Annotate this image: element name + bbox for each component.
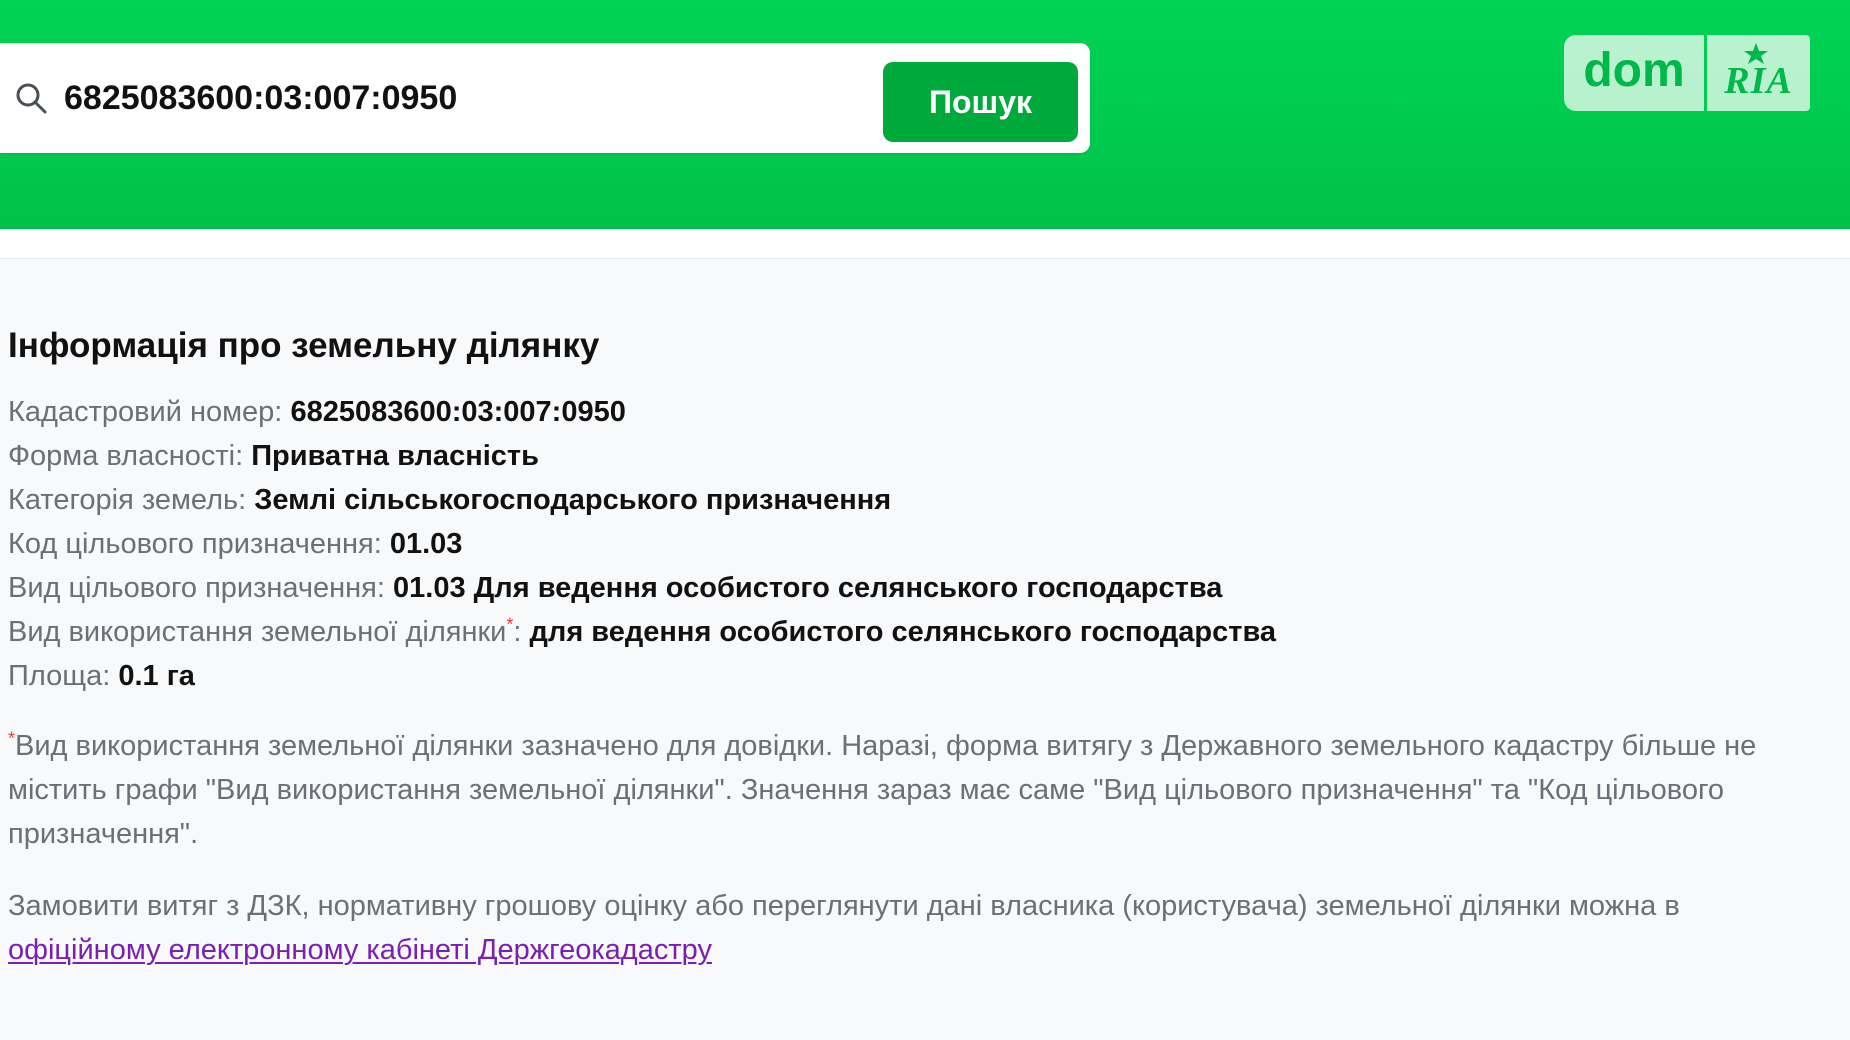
info-label-suffix: :: [513, 616, 530, 648]
info-value: 01.03: [389, 528, 463, 560]
info-value: Землі сільськогосподарського призначення: [254, 484, 892, 516]
search-button[interactable]: Пошук: [883, 62, 1078, 142]
info-row-area: Площа: 0.1 га: [8, 654, 1838, 698]
info-label: Вид використання земельної ділянки: [8, 616, 507, 648]
info-row-land-use: Вид використання земельної ділянки*: для…: [8, 610, 1838, 654]
footnote-text: Вид використання земельної ділянки зазна…: [8, 730, 1757, 850]
info-row-purpose-code: Код цільового призначення: 01.03: [8, 522, 1838, 566]
info-label: Кадастровий номер:: [8, 396, 291, 428]
search-icon: [16, 83, 47, 114]
info-label: Форма власності:: [8, 440, 252, 472]
info-label: Вид цільового призначення:: [8, 572, 393, 604]
logo-ria-label: RIA: [1724, 60, 1793, 102]
info-value: 0.1 га: [118, 660, 195, 692]
info-row-purpose-type: Вид цільового призначення: 01.03 Для вед…: [8, 566, 1838, 610]
order-text: Замовити витяг з ДЗК, нормативну грошову…: [8, 890, 1680, 922]
logo-ria-text: RIA: [1707, 35, 1810, 111]
main-content: Інформація про земельну ділянку Кадастро…: [8, 318, 1838, 972]
parcel-info-list: Кадастровий номер: 6825083600:03:007:095…: [8, 390, 1838, 698]
info-label: Категорія земель:: [8, 484, 255, 516]
footnote-marker: *: [8, 728, 16, 749]
geocadastre-cabinet-link[interactable]: офіційному електронному кабінеті Держгео…: [8, 934, 712, 966]
info-label: Код цільового призначення:: [8, 528, 390, 560]
info-value: 01.03 Для ведення особистого селянського…: [393, 572, 1223, 604]
star-icon: [1744, 43, 1768, 64]
search-input[interactable]: [64, 73, 864, 123]
info-row-cadastral-number: Кадастровий номер: 6825083600:03:007:095…: [8, 390, 1838, 434]
info-label: Площа:: [8, 660, 119, 692]
info-value: для ведення особистого селянського госпо…: [529, 616, 1277, 648]
info-value: Приватна власність: [251, 440, 539, 472]
header-bar: Пошук dom RIA: [0, 0, 1850, 229]
footnote: *Вид використання земельної ділянки зазн…: [8, 724, 1818, 856]
page-title: Інформація про земельну ділянку: [8, 326, 600, 365]
dom-ria-logo[interactable]: dom RIA: [1564, 35, 1810, 111]
info-row-ownership: Форма власності: Приватна власність: [8, 434, 1838, 478]
info-value: 6825083600:03:007:0950: [290, 396, 626, 428]
order-info: Замовити витяг з ДЗК, нормативну грошову…: [8, 884, 1818, 972]
info-row-land-category: Категорія земель: Землі сільськогосподар…: [8, 478, 1838, 522]
logo-dom-text: dom: [1564, 35, 1704, 111]
header-divider: [0, 229, 1850, 259]
search-bar: Пошук: [0, 43, 1090, 153]
